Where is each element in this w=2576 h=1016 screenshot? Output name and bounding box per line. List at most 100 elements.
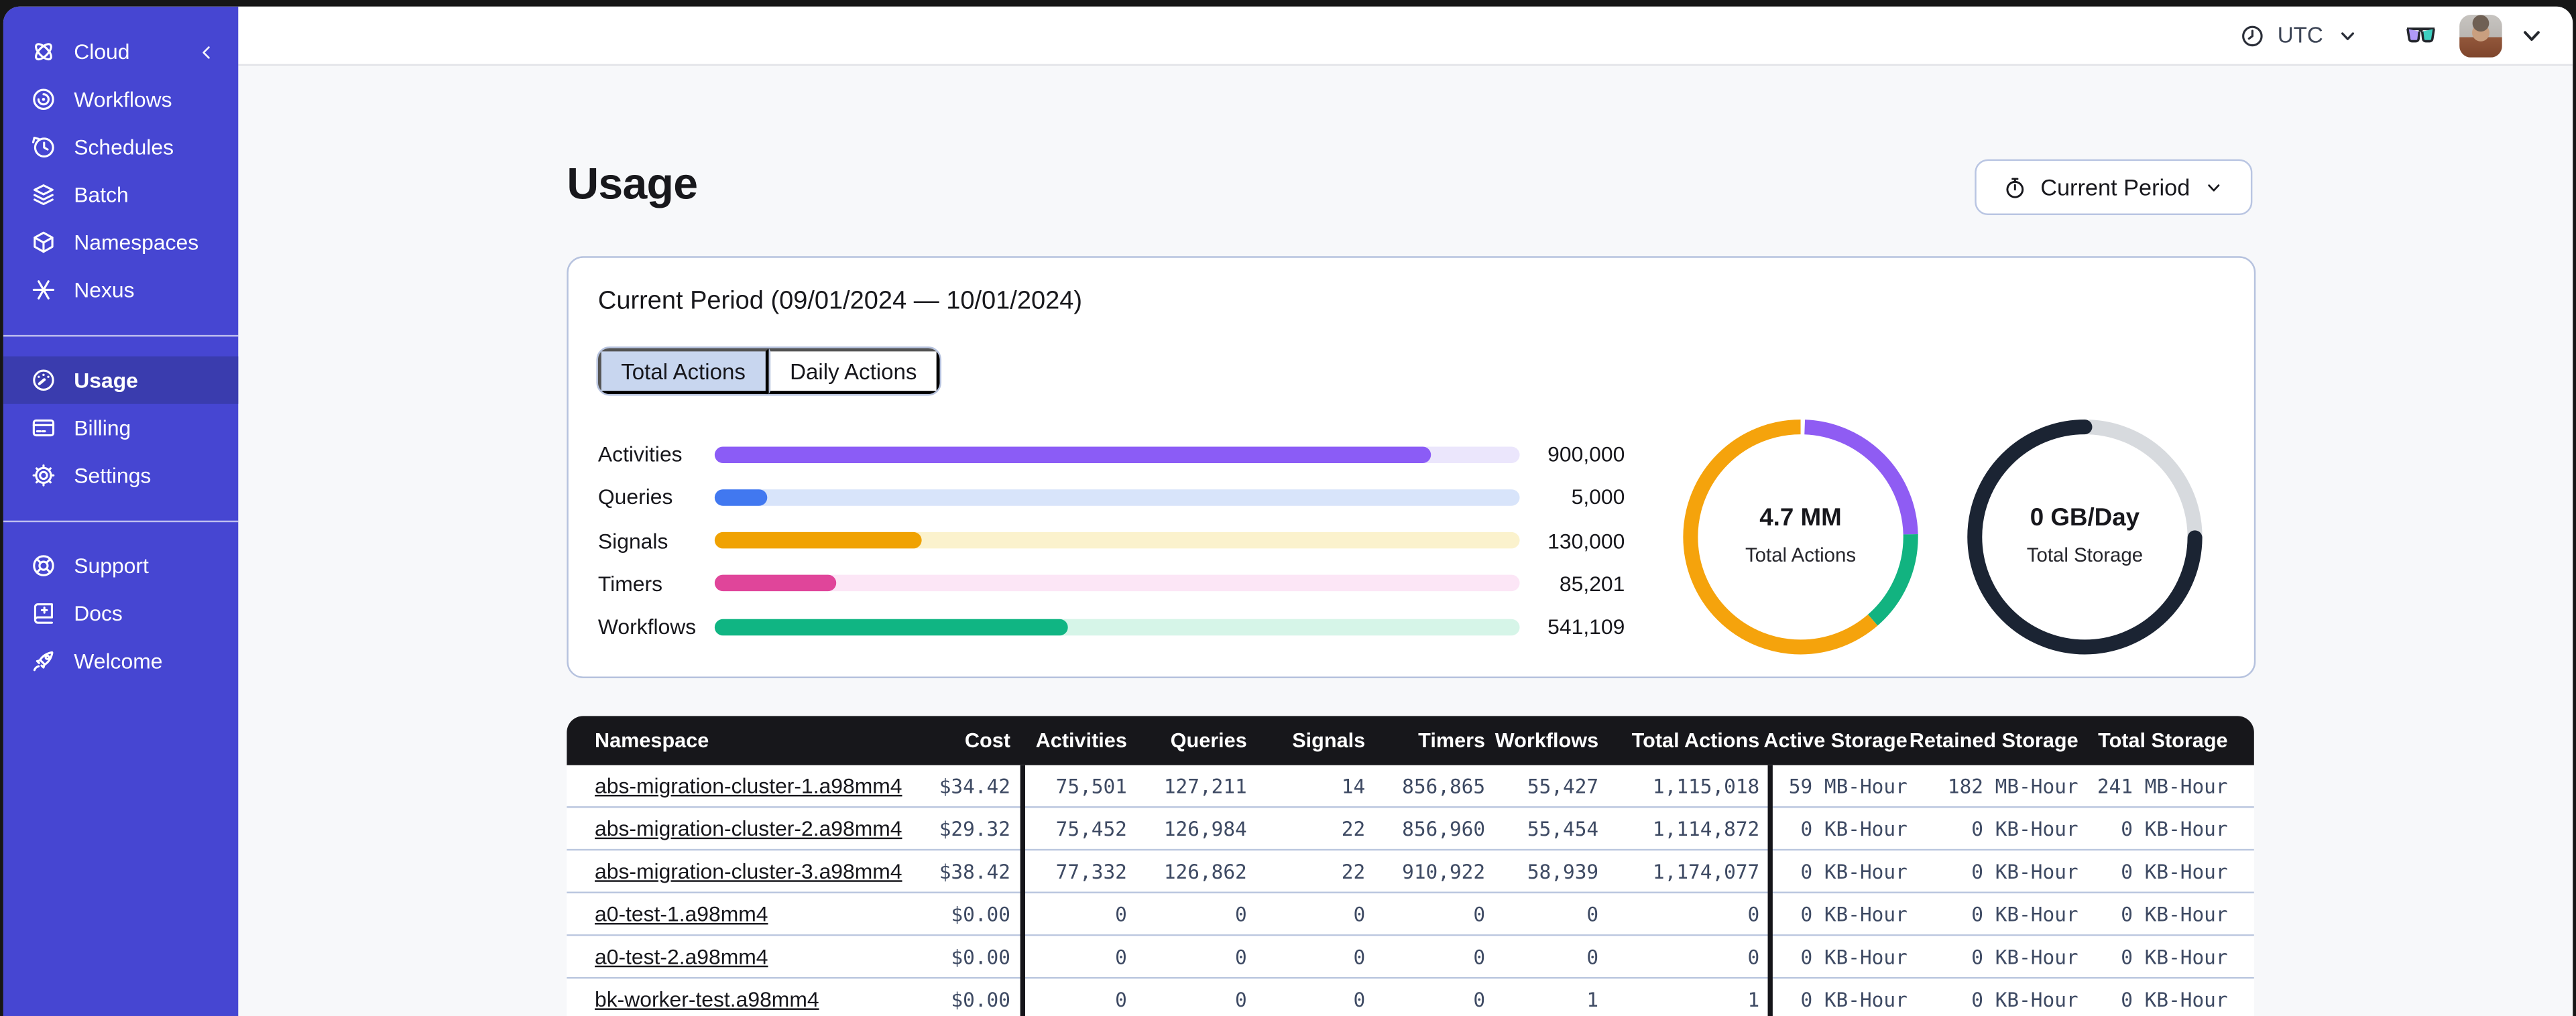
column-header-namespace: Namespace [595,728,709,753]
column-header-queries: Queries [1170,728,1247,753]
bar-label: Queries [597,485,673,510]
sidebar-item-batch[interactable]: Batch [3,171,238,218]
namespace-link[interactable]: a0-test-2.a98mm4 [595,944,768,969]
value-cell: 0 [1353,945,1366,968]
value-cell: 0 [1473,987,1486,1011]
tab-daily-actions[interactable]: Daily Actions [768,348,940,395]
sidebar-item-welcome[interactable]: Welcome [3,637,238,685]
bar-value: 130,000 [1547,528,1625,553]
column-header-cost: Cost [964,728,1010,753]
stopwatch-icon [2006,177,2024,198]
bar-row-activities: Activities 900,000 [598,442,1625,466]
namespace-link[interactable]: abs-migration-cluster-1.a98mm4 [595,773,902,798]
donut-value: 0 GB/Day [2030,504,2140,532]
welcome-icon [30,647,58,675]
bar-value: 900,000 [1547,442,1625,466]
sidebar-item-label: Namespaces [74,230,199,255]
clock-icon [2242,25,2264,46]
value-cell: 59 MB-Hour [1788,774,1908,798]
page-title: Usage [567,159,698,209]
actions-bar-chart: Activities 900,000 Queries 5,000 Signals 130,… [597,442,1625,659]
value-cell: $0.00 [951,902,1010,926]
value-cell: 0 KB-Hour [2121,902,2228,926]
value-cell: $0.00 [951,987,1010,1011]
bar-track [714,575,1520,592]
temporal-logo [30,38,58,66]
namespace-link[interactable]: bk-worker-test.a98mm4 [595,987,819,1012]
sidebar-item-usage[interactable]: Usage [3,356,239,404]
sidebar-item-label: Settings [74,462,152,488]
bar-fill [714,446,1431,462]
table-divider [1020,765,1025,1016]
bar-label: Timers [597,571,663,596]
value-cell: $0.00 [951,945,1010,968]
chevron-down-icon [2341,31,2354,40]
sidebar-item-billing[interactable]: Billing [3,404,238,452]
sidebar-item-nexus[interactable]: Nexus [3,266,238,314]
table-row: abs-migration-cluster-2.a98mm4 $29.32 75,4… [567,808,2254,851]
bar-row-timers: Timers 85,201 [597,571,1625,596]
app-window: Cloud Workflows Schedules Batch Namespaces Ne… [3,6,2573,1016]
namespace-cell: abs-migration-cluster-1.a98mm4 [567,765,902,806]
user-menu-chevron-icon[interactable] [2517,21,2546,50]
batch-icon [30,181,58,209]
bar-fill [714,489,767,506]
namespace-link[interactable]: a0-test-1.a98mm4 [595,901,768,926]
value-cell: 55,427 [1527,774,1599,798]
value-cell: 0 KB-Hour [2121,817,2228,840]
bar-track [714,532,1520,549]
namespace-cell: bk-worker-test.a98mm4 [567,978,870,1016]
period-selector-button[interactable]: Current Period [1975,159,2253,215]
column-header-active-storage: Active Storage [1763,728,1908,753]
collapse-sidebar-icon[interactable] [196,40,219,63]
card-title: Current Period (09/01/2024 — 10/01/2024) [597,287,1083,316]
bar-track [714,618,1520,635]
value-cell: 182 MB-Hour [1947,774,2079,798]
value-cell: 126,984 [1163,817,1247,840]
total-actions-donut: 4.7 MM Total Actions [1678,414,1924,660]
value-cell: 241 MB-Hour [2097,774,2228,798]
sidebar-item-label: Schedules [74,134,174,160]
sidebar-item-support[interactable]: Support [3,542,238,590]
namespace-cell: abs-migration-cluster-3.a98mm4 [567,850,902,891]
timezone-selector[interactable]: UTC [2239,22,2361,48]
sidebar-item-workflows[interactable]: Workflows [3,76,238,123]
value-cell: 0 [1747,945,1760,968]
sidebar-item-label: Batch [74,182,129,207]
sidebar-item-docs[interactable]: Docs [3,590,238,637]
sidebar-item-cloud[interactable]: Cloud [3,28,238,76]
nexus-icon [30,276,58,304]
main-content: Usage Current Period Current Period (09/… [238,67,2573,1016]
value-cell: 58,939 [1527,859,1599,883]
chevron-down-icon [2208,183,2220,191]
actions-tabs: Total Actions Daily Actions [596,346,942,396]
value-cell: 910,922 [1402,859,1486,883]
sidebar-divider [3,334,239,337]
donut-label: Total Storage [2026,544,2144,567]
value-cell: 75,452 [1055,817,1127,840]
value-cell: 0 [1235,987,1247,1011]
sidebar-divider [3,520,239,523]
column-header-total-actions: Total Actions [1631,728,1760,753]
sidebar-item-label: Nexus [74,277,135,302]
value-cell: 127,211 [1163,774,1247,798]
user-avatar[interactable] [2459,13,2502,57]
value-cell: 0 [1235,945,1247,968]
namespace-link[interactable]: abs-migration-cluster-2.a98mm4 [595,816,902,841]
tab-total-actions[interactable]: Total Actions [597,348,769,395]
table-row: a0-test-2.a98mm4 $0.00 0 0 0 0 0 0 0 KB-Hour 0 KB… [567,936,2254,979]
glasses-icon[interactable] [2404,22,2438,48]
namespace-link[interactable]: abs-migration-cluster-3.a98mm4 [595,859,902,884]
value-cell: 126,862 [1163,859,1247,883]
sidebar-item-namespaces[interactable]: Namespaces [3,218,238,266]
namespace-usage-table: Namespace Cost Activities Queries Signals Tim… [567,716,2254,1016]
value-cell: 0 KB-Hour [1971,817,2079,840]
value-cell: 0 KB-Hour [1800,817,1908,840]
value-cell: 14 [1341,774,1366,798]
sidebar-item-settings[interactable]: Settings [3,452,238,499]
sidebar-item-label: Usage [74,367,138,393]
table-row: bk-worker-test.a98mm4 $0.00 0 0 0 0 1 1 0 KB-Hou… [567,978,2254,1016]
sidebar-item-schedules[interactable]: Schedules [3,123,238,171]
current-period-card: Current Period (09/01/2024 — 10/01/2024)… [567,256,2256,678]
value-cell: 0 [1473,945,1486,968]
